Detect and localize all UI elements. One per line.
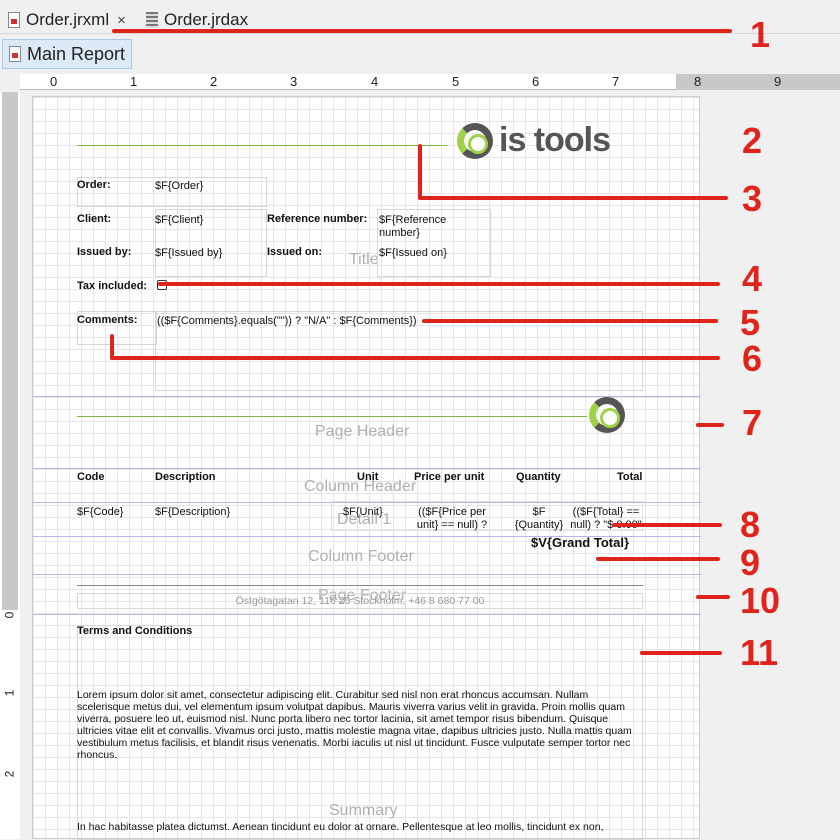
- column-total-header[interactable]: Total: [617, 471, 642, 484]
- ruler-label: 2: [2, 770, 17, 778]
- grand-total-field[interactable]: $V{Grand Total}: [531, 536, 629, 549]
- vertical-ruler: 0 1 2: [0, 92, 20, 839]
- annotation-line-10: [696, 595, 730, 599]
- ruler-label: 9: [774, 74, 782, 89]
- logo-text: is tools: [499, 121, 611, 159]
- annotation-line-4: [158, 282, 720, 286]
- annotation-number-2: 2: [742, 120, 763, 161]
- tab-order-jrxml[interactable]: Order.jrxml ×: [8, 8, 126, 32]
- annotation-number-4: 4: [742, 258, 763, 299]
- detail-price-field[interactable]: (($F{Price per unit} == null) ?: [413, 506, 491, 532]
- ruler-label: 2: [210, 74, 218, 89]
- ruler-out-of-band-area: [2, 92, 18, 610]
- ruler-label: 7: [612, 74, 620, 89]
- annotation-number-6: 6: [742, 338, 763, 379]
- tab-label: Order.jrxml: [26, 10, 110, 29]
- annotation-line-11: [640, 651, 722, 655]
- issued-by-label: Issued by:: [77, 246, 132, 258]
- report-page[interactable]: Title Page Header Column Header Detail 1…: [32, 96, 701, 840]
- tab-label: Order.jrdax: [164, 10, 249, 29]
- annotation-line-9: [596, 557, 720, 561]
- ruler-label: 1: [2, 689, 17, 697]
- issued-on-field[interactable]: $F{Issued on}: [379, 247, 447, 260]
- tax-included-label: Tax included:: [77, 280, 148, 292]
- issued-on-label: Issued on:: [267, 246, 323, 258]
- annotation-number-10: 10: [740, 580, 781, 621]
- logo-ring-icon: [589, 397, 625, 433]
- logo-ring-icon: [457, 122, 493, 159]
- detail-total-field[interactable]: (($F{Total} == null) ? "$ 0.00": [567, 506, 645, 532]
- comments-field[interactable]: (($F{Comments}.equals("")) ? "N/A" : $F{…: [157, 315, 417, 328]
- annotation-number-9: 9: [740, 542, 761, 583]
- main-report-label: Main Report: [27, 43, 126, 64]
- ruler-label: 0: [2, 611, 17, 619]
- report-design-canvas[interactable]: Title Page Header Column Header Detail 1…: [20, 92, 840, 840]
- annotation-line-7: [696, 423, 724, 427]
- column-price-header[interactable]: Price per unit: [414, 471, 484, 484]
- reference-number-field[interactable]: $F{Reference number}: [379, 214, 475, 240]
- terms-paragraph-1[interactable]: Lorem ipsum dolor sit amet, consectetur …: [77, 689, 643, 761]
- annotation-number-8: 8: [740, 504, 761, 545]
- comments-label: Comments:: [77, 314, 138, 326]
- ruler-label: 5: [452, 74, 460, 89]
- annotation-number-7: 7: [742, 402, 763, 443]
- annotation-line-5: [422, 319, 718, 323]
- ruler-label: 0: [50, 74, 58, 89]
- annotation-line-3a: [418, 144, 422, 200]
- title-separator-line[interactable]: [77, 145, 447, 146]
- annotation-line-1: [112, 29, 732, 33]
- header-logo[interactable]: [589, 397, 625, 433]
- report-icon: [9, 46, 21, 62]
- annotation-number-1: 1: [750, 14, 771, 55]
- band-label-page-header: Page Header: [315, 423, 410, 440]
- annotation-number-3: 3: [742, 178, 763, 219]
- annotation-number-11: 11: [740, 632, 779, 673]
- ruler-label: 6: [532, 74, 540, 89]
- report-breadcrumb-bar: Main Report: [0, 34, 840, 74]
- main-report-button[interactable]: Main Report: [2, 39, 133, 69]
- terms-title[interactable]: Terms and Conditions: [77, 625, 192, 638]
- ruler-label: 4: [371, 74, 379, 89]
- company-logo[interactable]: is tools: [457, 121, 611, 160]
- client-label: Client:: [77, 213, 112, 225]
- jrxml-file-icon: [8, 12, 20, 28]
- footer-address-field[interactable]: Östgötagatan 12, 116 25 Stockholm, +46 8…: [77, 595, 643, 608]
- annotation-line-6b: [110, 356, 720, 360]
- annotation-line-8: [612, 523, 722, 527]
- horizontal-ruler: 0 1 2 3 4 5 6 7 8 9: [20, 74, 840, 90]
- terms-paragraph-2[interactable]: In hac habitasse platea dictumst. Aenean…: [77, 821, 643, 833]
- detail-quantity-field[interactable]: $F {Quantity}: [513, 506, 565, 532]
- reference-number-label: Reference number:: [267, 213, 368, 225]
- ruler-label: 1: [130, 74, 138, 89]
- detail-code-field[interactable]: $F{Code}: [77, 506, 123, 519]
- order-label: Order:: [77, 179, 111, 191]
- detail-description-field[interactable]: $F{Description}: [155, 506, 230, 519]
- annotation-line-3b: [418, 196, 728, 200]
- order-field[interactable]: $F{Order}: [155, 180, 203, 193]
- header-separator-line[interactable]: [77, 416, 587, 417]
- band-label-title: Title: [349, 251, 379, 268]
- ruler-label: 8: [694, 74, 702, 89]
- column-code-header[interactable]: Code: [77, 471, 105, 484]
- column-quantity-header[interactable]: Quantity: [516, 471, 561, 484]
- column-description-header[interactable]: Description: [155, 471, 216, 484]
- band-label-column-footer: Column Footer: [308, 548, 414, 565]
- client-field[interactable]: $F{Client}: [155, 214, 203, 227]
- ruler-label: 3: [290, 74, 298, 89]
- close-icon[interactable]: ×: [117, 12, 126, 29]
- issued-by-field[interactable]: $F{Issued by}: [155, 247, 222, 260]
- detail-unit-field[interactable]: $F{Unit}: [343, 506, 383, 519]
- footer-separator-line[interactable]: [77, 585, 643, 586]
- column-unit-header[interactable]: Unit: [357, 471, 378, 484]
- data-adapter-icon: [146, 12, 158, 28]
